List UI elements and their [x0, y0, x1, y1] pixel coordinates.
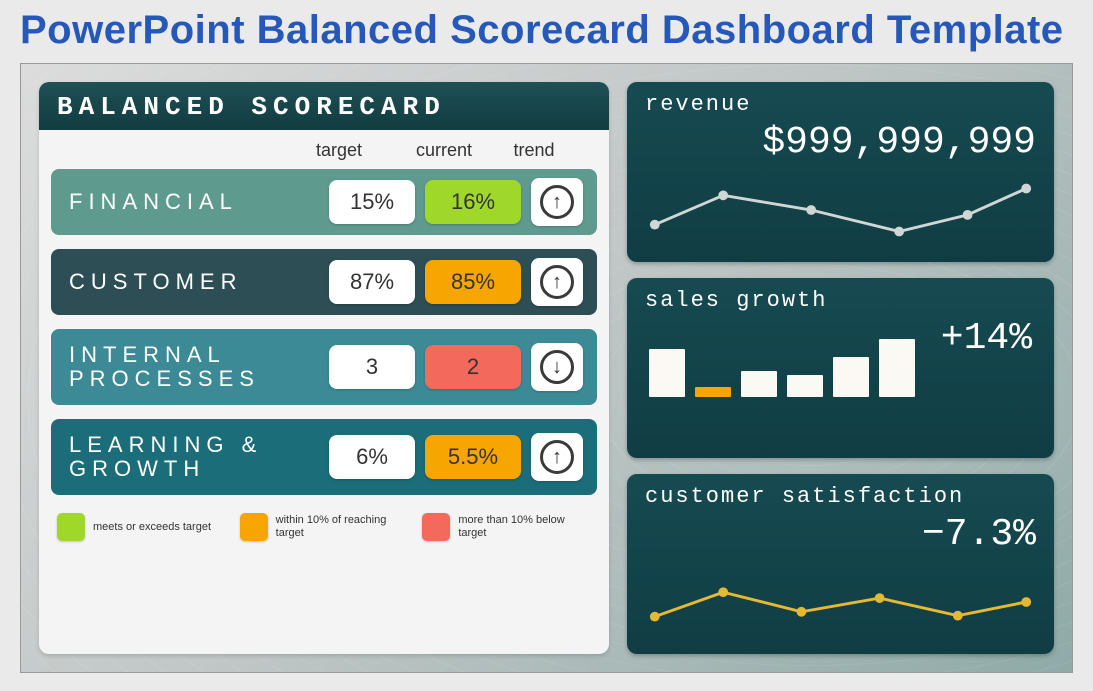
cell-trend-learning: ↑ [531, 433, 583, 481]
bar [649, 349, 685, 397]
col-header-current: current [389, 140, 499, 161]
bar [741, 371, 777, 397]
legend-item-green: meets or exceeds target [57, 513, 230, 541]
legend-swatch-red [422, 513, 450, 541]
legend-item-orange: within 10% of reaching target [240, 513, 413, 541]
legend-text-green: meets or exceeds target [93, 521, 211, 534]
kpi-value-csat: −7.3% [645, 513, 1036, 556]
scorecard-row-financial: FINANCIAL 15% 16% ↑ [51, 169, 597, 235]
scorecard-panel: BALANCED SCORECARD target current trend … [39, 82, 609, 654]
cell-trend-internal: ↓ [531, 343, 583, 391]
kpi-card-csat: customer satisfaction −7.3% [627, 474, 1054, 654]
legend-item-red: more than 10% below target [422, 513, 595, 541]
legend-text-red: more than 10% below target [458, 514, 588, 539]
scorecard-heading: BALANCED SCORECARD [39, 82, 609, 130]
arrow-up-icon: ↑ [540, 185, 574, 219]
page-title: PowerPoint Balanced Scorecard Dashboard … [20, 8, 1073, 53]
bar [787, 375, 823, 397]
scorecard-legend: meets or exceeds target within 10% of re… [39, 509, 609, 551]
bar [833, 357, 869, 397]
legend-swatch-orange [240, 513, 268, 541]
kpi-card-revenue: revenue $999,999,999 [627, 82, 1054, 262]
kpi-value-sales: +14% [941, 317, 1036, 360]
cell-trend-financial: ↑ [531, 178, 583, 226]
bar [879, 339, 915, 397]
legend-swatch-green [57, 513, 85, 541]
kpi-card-sales-growth: sales growth +14% [627, 278, 1054, 458]
row-label-customer: CUSTOMER [69, 270, 319, 294]
cell-target-financial: 15% [329, 180, 415, 224]
cell-current-learning: 5.5% [425, 435, 521, 479]
row-label-internal: INTERNAL PROCESSES [69, 343, 319, 391]
scorecard-row-internal: INTERNAL PROCESSES 3 2 ↓ [51, 329, 597, 405]
cell-target-internal: 3 [329, 345, 415, 389]
arrow-up-icon: ↑ [540, 265, 574, 299]
row-label-financial: FINANCIAL [69, 190, 319, 214]
cell-current-customer: 85% [425, 260, 521, 304]
cell-current-financial: 16% [425, 180, 521, 224]
cell-target-customer: 87% [329, 260, 415, 304]
scorecard-row-customer: CUSTOMER 87% 85% ↑ [51, 249, 597, 315]
sparkline-revenue [645, 170, 1036, 250]
cell-target-learning: 6% [329, 435, 415, 479]
scorecard-row-learning: LEARNING & GROWTH 6% 5.5% ↑ [51, 419, 597, 495]
bar-chart-sales [645, 317, 915, 397]
kpi-title-sales: sales growth [645, 288, 1036, 313]
kpi-column: revenue $999,999,999 sales growth [627, 82, 1054, 654]
sparkline-csat [645, 562, 1036, 642]
legend-text-orange: within 10% of reaching target [276, 514, 406, 539]
cell-current-internal: 2 [425, 345, 521, 389]
col-header-trend: trend [499, 140, 569, 161]
arrow-up-icon: ↑ [540, 440, 574, 474]
row-label-learning: LEARNING & GROWTH [69, 433, 319, 481]
scorecard-column-headers: target current trend [39, 130, 609, 169]
slide-canvas: BALANCED SCORECARD target current trend … [20, 63, 1073, 673]
kpi-value-revenue: $999,999,999 [645, 121, 1036, 164]
arrow-down-icon: ↓ [540, 350, 574, 384]
bar-highlight [695, 387, 731, 397]
cell-trend-customer: ↑ [531, 258, 583, 306]
kpi-title-csat: customer satisfaction [645, 484, 1036, 509]
col-header-target: target [289, 140, 389, 161]
kpi-title-revenue: revenue [645, 92, 1036, 117]
